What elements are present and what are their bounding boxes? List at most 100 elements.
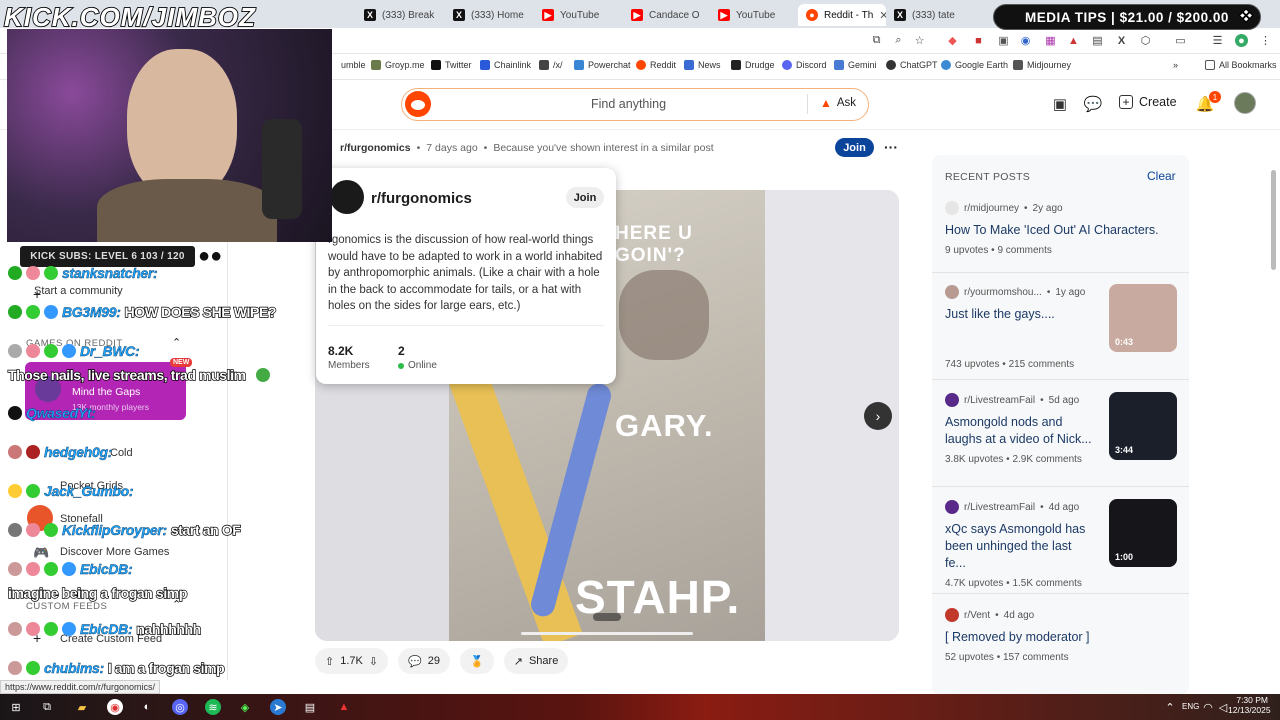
telegram-icon[interactable]: ➤ — [270, 699, 286, 715]
chat-message: stanksnatcher: — [8, 265, 161, 281]
recent-post[interactable]: r/midjourney • 2y ago How To Make 'Iced Ou… — [945, 201, 1177, 256]
profile-icon[interactable]: ● — [1235, 34, 1248, 47]
bookmark-item[interactable]: ChatGPT — [886, 60, 938, 70]
bookmark-item[interactable]: Reddit — [636, 60, 676, 70]
bookmark-icon — [371, 60, 381, 70]
tab-4[interactable]: ▶ Candace O — [623, 4, 711, 26]
tab-5[interactable]: ▶ YouTube — [710, 4, 798, 26]
bookmark-item[interactable]: Gemini — [834, 60, 877, 70]
page-scrollbar[interactable] — [1271, 170, 1276, 270]
video-duration: 1:00 — [1115, 552, 1134, 562]
bookmark-item[interactable]: Drudge — [731, 60, 775, 70]
search-bar[interactable]: Find anything ▲ Ask — [401, 88, 869, 121]
bookmark-item[interactable]: News — [684, 60, 721, 70]
bookmark-star-icon[interactable]: ☆ — [913, 34, 926, 47]
zoom-icon[interactable]: ⌕ — [892, 34, 905, 47]
extension-icon[interactable]: ▣ — [997, 34, 1010, 47]
subreddit-icon — [945, 393, 959, 407]
extension-icon[interactable]: ◉ — [1019, 34, 1032, 47]
chat-message: Jack_Gumbo: — [8, 483, 137, 499]
downvote-icon[interactable]: ⇩ — [369, 655, 378, 668]
share-button[interactable]: ↗ Share — [503, 648, 569, 674]
chrome-icon[interactable]: ◉ — [107, 699, 123, 715]
badge-icon — [26, 344, 40, 358]
wifi-icon[interactable]: ◠ — [1200, 699, 1216, 715]
close-tab-icon[interactable]: ✕ — [879, 9, 886, 22]
recent-posts-panel: RECENT POSTS Clear r/midjourney • 2y ago H… — [932, 155, 1189, 695]
windows-start-icon[interactable]: ⊞ — [8, 699, 24, 715]
tab-reddit[interactable]: ● Reddit - Th ✕ — [798, 4, 886, 26]
x-extension-icon[interactable]: X — [1115, 34, 1128, 47]
post-subreddit-link[interactable]: r/furgonomics — [340, 142, 411, 154]
chat-message: BG3M99: HOW DOES SHE WIPE? — [8, 303, 277, 321]
tab-1[interactable]: X (333) Break — [356, 4, 444, 26]
start-community-link[interactable]: Start a community — [34, 285, 123, 297]
bookmark-item[interactable]: Chainlink — [480, 60, 531, 70]
bookmark-item[interactable]: Groyp.me — [371, 60, 425, 70]
chat-message: KickflipGroyper: start an OF — [8, 521, 241, 539]
extension-icon[interactable]: ■ — [972, 34, 985, 47]
task-view-icon[interactable]: ⧉ — [39, 699, 55, 715]
avatar[interactable] — [1234, 92, 1256, 114]
kick-icon[interactable]: ◈ — [237, 699, 253, 715]
language-indicator[interactable]: ENG — [1182, 702, 1199, 711]
advertise-icon[interactable]: ▣ — [1051, 95, 1069, 113]
recent-post[interactable]: r/LivestreamFail • 4d ago xQc says Asmongo… — [945, 499, 1177, 589]
sidepanel-icon[interactable]: ▭ — [1174, 34, 1187, 47]
tab-7[interactable]: X (333) tate — [886, 4, 974, 26]
bookmark-item[interactable]: Twitter — [431, 60, 472, 70]
chevron-up-icon[interactable]: ⌃ — [172, 336, 181, 349]
all-bookmarks[interactable]: All Bookmarks — [1205, 60, 1277, 70]
spotify-icon[interactable]: ≋ — [205, 699, 221, 715]
bookmark-item[interactable]: Powerchat — [574, 60, 631, 70]
app-icon[interactable]: ▤ — [302, 699, 318, 715]
discover-games-link[interactable]: Discover More Games — [60, 546, 169, 558]
join-button[interactable]: Join — [835, 138, 874, 157]
extensions-puzzle-icon[interactable]: ⬡ — [1139, 34, 1152, 47]
recent-post[interactable]: r/LivestreamFail • 5d ago Asmongold nods a… — [945, 392, 1177, 465]
app-icon[interactable]: ▲ — [336, 699, 352, 715]
discord-icon[interactable]: ◎ — [172, 699, 188, 715]
ask-button[interactable]: ▲ Ask — [820, 96, 856, 110]
hovercard-join-button[interactable]: Join — [566, 187, 604, 208]
tab-3[interactable]: ▶ YouTube — [534, 4, 622, 26]
tab-2[interactable]: X (333) Home — [445, 4, 533, 26]
steam-icon[interactable]: ◐ — [139, 699, 155, 715]
comments-button[interactable]: 💬 29 — [398, 648, 451, 674]
chat-icon[interactable]: 💬 — [1084, 95, 1103, 113]
clock[interactable]: 7:30 PM 12/13/2025 — [1228, 695, 1271, 715]
members-count: 8.2K — [328, 344, 354, 358]
extension-icon[interactable]: ▤ — [1091, 34, 1104, 47]
chat-message: Those nails, live streams, trad muslim — [7, 366, 270, 384]
bookmark-item[interactable]: Discord — [782, 60, 827, 70]
recent-post[interactable]: r/yourmomshou... • 1y ago Just like the ga… — [945, 284, 1177, 370]
more-bookmarks-icon[interactable]: » — [1173, 60, 1178, 70]
clear-button[interactable]: Clear — [1147, 169, 1176, 183]
create-button[interactable]: + Create — [1119, 95, 1177, 109]
bookmark-item[interactable]: /x/ — [539, 60, 563, 70]
next-image-button[interactable]: › — [864, 402, 892, 430]
extension-icon[interactable]: ▦ — [1044, 34, 1057, 47]
x-icon: X — [894, 9, 906, 21]
search-input[interactable]: Find anything — [591, 97, 666, 111]
bookmark-item[interactable]: Google Earth — [941, 60, 1008, 70]
install-icon[interactable]: ⧉ — [870, 34, 883, 47]
award-icon: 🏅 — [470, 655, 484, 668]
tray-chevron-icon[interactable]: ⌃ — [1162, 699, 1178, 715]
upvote-icon[interactable]: ⇧ — [325, 655, 334, 668]
bookmark-item[interactable]: umble — [341, 60, 366, 70]
discord-icon — [782, 60, 792, 70]
character-shape — [619, 270, 709, 360]
badge-icon — [44, 266, 58, 280]
reddit-logo-icon — [405, 91, 431, 117]
scroll-indicator — [521, 632, 693, 635]
extension-icon[interactable]: ◆ — [946, 34, 959, 47]
menu-icon[interactable]: ⋮ — [1259, 34, 1272, 47]
more-options-icon[interactable]: ··· — [884, 139, 898, 155]
reading-list-icon[interactable]: ☰ — [1211, 34, 1224, 47]
award-button[interactable]: 🏅 — [460, 648, 494, 674]
recent-post[interactable]: r/Vent • 4d ago [ Removed by moderator ] 5… — [945, 608, 1177, 663]
extension-icon[interactable]: ▲ — [1067, 34, 1080, 47]
file-explorer-icon[interactable]: ▰ — [74, 699, 90, 715]
bookmark-item[interactable]: Midjourney — [1013, 60, 1071, 70]
